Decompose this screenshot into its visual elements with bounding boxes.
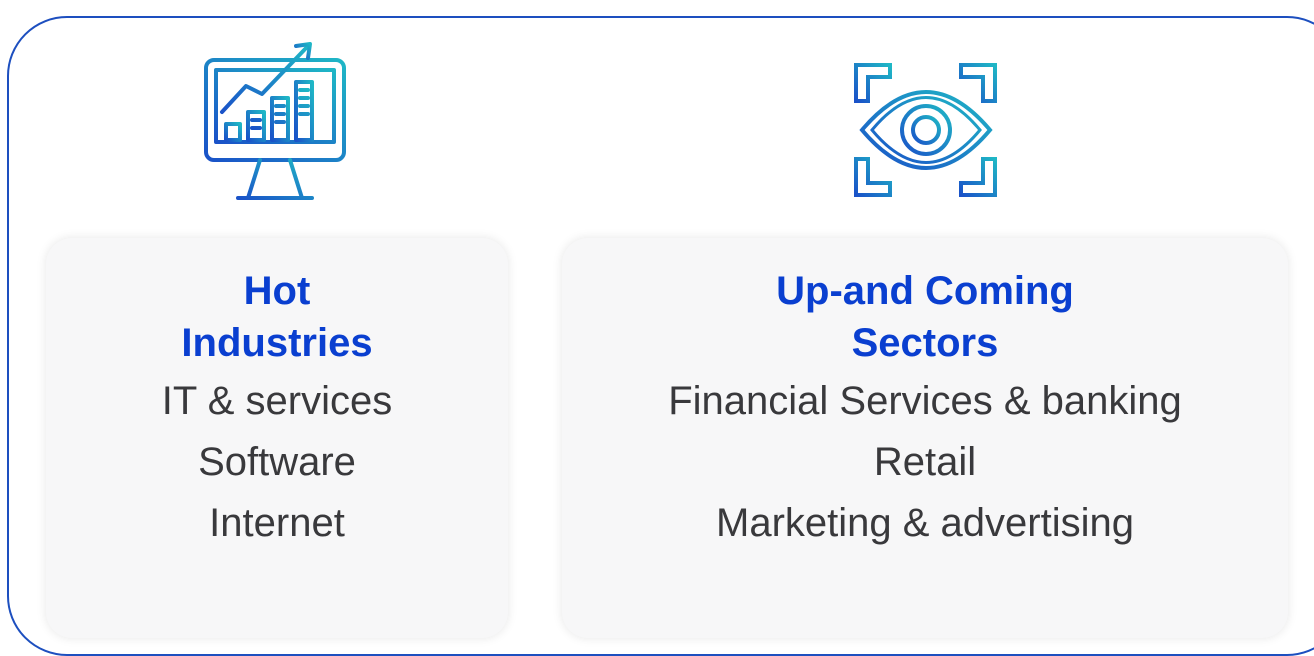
- card-title-line: Industries: [181, 321, 373, 365]
- list-item: Internet: [209, 501, 345, 545]
- list-item: IT & services: [161, 379, 393, 423]
- card-title-line: Up-and Coming: [776, 269, 1074, 313]
- list-item: Software: [198, 440, 356, 484]
- list-item: Retail: [873, 440, 977, 484]
- analytics-monitor-icon: [200, 38, 350, 203]
- eye-focus-icon: [848, 57, 1003, 203]
- hot-industries-card: Hot Industries IT & services Software In…: [46, 238, 508, 638]
- up-and-coming-sectors-card: Up-and Coming Sectors Financial Services…: [562, 238, 1288, 638]
- card-title-line: Hot: [243, 269, 311, 313]
- card-title-line: Sectors: [851, 321, 999, 365]
- sector-list: Financial Services & banking Retail Mark…: [562, 371, 1288, 554]
- list-item: Marketing & advertising: [716, 501, 1134, 545]
- list-item: Financial Services & banking: [668, 379, 1182, 423]
- card-title: Up-and Coming Sectors: [562, 265, 1288, 369]
- industry-list: IT & services Software Internet: [46, 371, 508, 554]
- card-title: Hot Industries: [46, 265, 508, 369]
